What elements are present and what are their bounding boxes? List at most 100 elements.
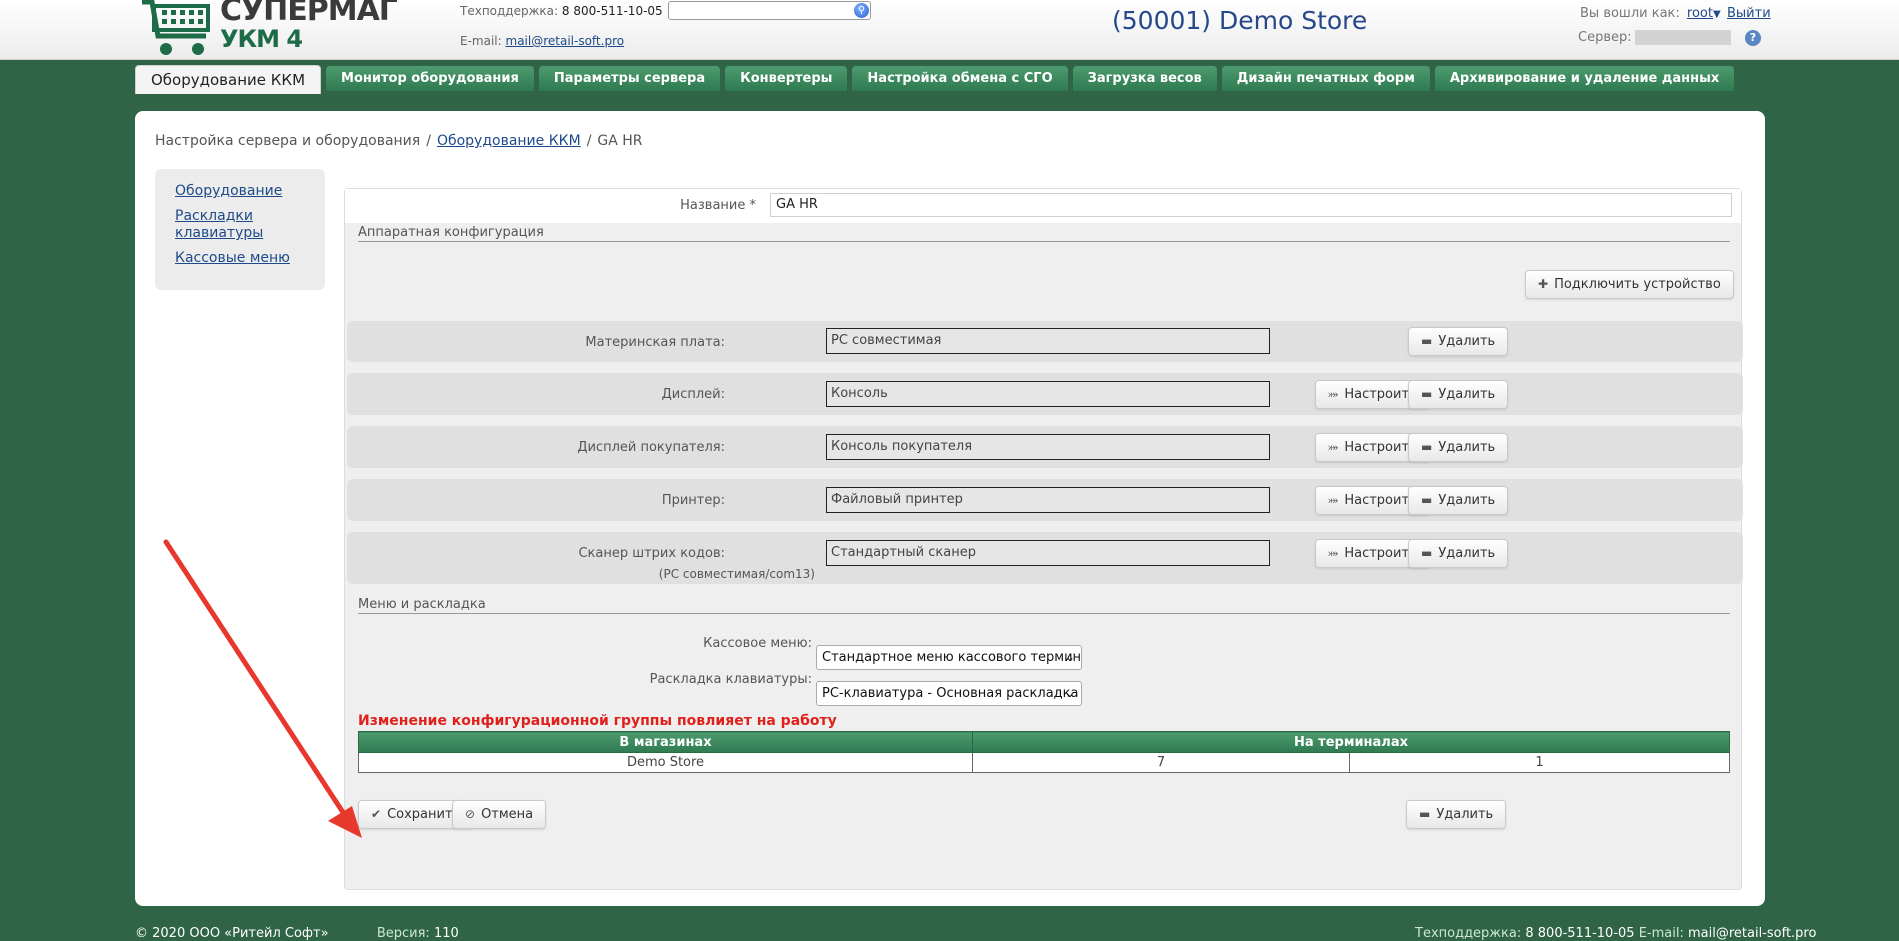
- device-label: Дисплей:: [661, 387, 725, 402]
- wrench-icon: ⤗: [1328, 387, 1339, 401]
- tab-server-params[interactable]: Параметры сервера: [538, 66, 721, 91]
- configure-label: Настроить: [1344, 440, 1417, 455]
- device-value[interactable]: Консоль покупателя: [826, 434, 1270, 460]
- delete-device-button[interactable]: ▬ Удалить: [1408, 433, 1509, 462]
- search-input[interactable]: ⚲: [668, 1, 871, 20]
- version-label: Версия:: [376, 926, 430, 941]
- device-row-motherboard: Материнская плата: PC совместимая ▬ Удали…: [347, 321, 1743, 362]
- copyright: © 2020 ООО «Ритейл Софт»: [135, 926, 329, 941]
- table-header-terminals: На терминалах: [972, 731, 1730, 753]
- delete-label: Удалить: [1438, 334, 1496, 349]
- save-label: Сохранить: [387, 807, 461, 822]
- logo[interactable]: СУПЕРМАГ УКМ 4: [138, 0, 398, 60]
- minus-icon: ▬: [1421, 440, 1433, 454]
- equipment-form: Название * GA HR Аппаратная конфигурация…: [344, 188, 1743, 890]
- sidebar: Оборудование Раскладки клавиатуры Кассов…: [155, 169, 325, 290]
- tab-scales-loading[interactable]: Загрузка весов: [1072, 66, 1217, 91]
- minus-icon: ▬: [1421, 546, 1433, 560]
- breadcrumb-separator: /: [586, 133, 592, 149]
- support-label: Техподдержка:: [460, 4, 559, 18]
- wrench-icon: ⤗: [1328, 546, 1339, 560]
- user-menu[interactable]: root: [1687, 6, 1713, 21]
- minus-icon: ▬: [1419, 807, 1431, 821]
- plus-icon: ✚: [1538, 277, 1549, 291]
- tab-sgo-exchange[interactable]: Настройка обмена с СГО: [852, 66, 1068, 91]
- search-icon[interactable]: ⚲: [854, 3, 869, 18]
- name-input[interactable]: GA HR: [770, 193, 1732, 217]
- device-sublabel: (PC совместимая/com13): [658, 567, 815, 581]
- delete-label: Удалить: [1438, 493, 1496, 508]
- store-title: (50001) Demo Store: [1112, 6, 1368, 35]
- configure-label: Настроить: [1344, 387, 1417, 402]
- delete-device-button[interactable]: ▬ Удалить: [1408, 486, 1509, 515]
- keyboard-layout-value: PC-клавиатура - Основная раскладка: [822, 686, 1079, 701]
- server-info: Сервер:: [1578, 30, 1731, 45]
- device-value[interactable]: Консоль: [826, 381, 1270, 407]
- table-header-stores: В магазинах: [358, 731, 973, 753]
- chevron-down-icon: ⌄: [1064, 686, 1075, 700]
- tab-equipment-monitor[interactable]: Монитор оборудования: [326, 66, 534, 91]
- connect-device-button[interactable]: ✚ Подключить устройство: [1525, 270, 1734, 299]
- delete-device-button[interactable]: ▬ Удалить: [1408, 539, 1509, 568]
- cancel-button[interactable]: ⊘ Отмена: [452, 800, 547, 829]
- device-value[interactable]: Стандартный сканер: [826, 540, 1270, 566]
- minus-icon: ▬: [1421, 493, 1433, 507]
- cash-menu-select[interactable]: Стандартное меню кассового терминала ⌄: [816, 645, 1082, 670]
- breadcrumb: Настройка сервера и оборудования / Оборудо…: [155, 133, 643, 149]
- breadcrumb-link[interactable]: Оборудование ККМ: [437, 133, 581, 149]
- server-label: Сервер:: [1578, 30, 1632, 45]
- sidebar-item-keyboard-layouts[interactable]: Раскладки клавиатуры: [175, 208, 265, 242]
- footer-right: Техподдержка: 8 800-511-10-05 E-mail: ma…: [1415, 926, 1816, 941]
- device-value[interactable]: PC совместимая: [826, 328, 1270, 354]
- caret-down-icon[interactable]: ▼: [1713, 9, 1721, 20]
- device-label: Дисплей покупателя:: [577, 440, 725, 455]
- hw-section-title: Аппаратная конфигурация: [358, 225, 1730, 242]
- delete-config-button[interactable]: ▬ Удалить: [1406, 800, 1507, 829]
- delete-device-button[interactable]: ▬ Удалить: [1408, 380, 1509, 409]
- affected-table: В магазинах На терминалах Demo Store 7 1: [358, 731, 1730, 773]
- footer-email[interactable]: mail@retail-soft.pro: [1688, 926, 1816, 941]
- device-row-printer: Принтер: Файловый принтер ⤗ Настроить ▬ Уд…: [347, 479, 1743, 521]
- device-label: Сканер штрих кодов:: [578, 546, 725, 561]
- delete-device-button[interactable]: ▬ Удалить: [1408, 327, 1509, 356]
- tab-converters[interactable]: Конвертеры: [725, 66, 848, 91]
- top-header: СУПЕРМАГ УКМ 4 Техподдержка: 8 800-511-1…: [0, 0, 1899, 60]
- logout-link[interactable]: Выйти: [1727, 6, 1771, 21]
- email-link[interactable]: mail@retail-soft.pro: [506, 34, 625, 48]
- footer-email-label: E-mail:: [1638, 926, 1684, 941]
- device-row-scanner: Сканер штрих кодов: (PC совместимая/com1…: [347, 532, 1743, 584]
- footer-left: © 2020 ООО «Ритейл Софт» Версия: 110: [135, 926, 459, 941]
- tab-kkm-equipment[interactable]: Оборудование ККМ: [135, 65, 322, 94]
- chevron-down-icon: ⌄: [1064, 650, 1075, 664]
- device-row-display: Дисплей: Консоль ⤗ Настроить ▬ Удалить: [347, 373, 1743, 415]
- configure-label: Настроить: [1344, 546, 1417, 561]
- breadcrumb-separator: /: [426, 133, 431, 149]
- sidebar-item-equipment[interactable]: Оборудование: [175, 183, 305, 200]
- keyboard-layout-label: Раскладка клавиатуры:: [649, 672, 812, 687]
- table-cell-terminals-1: 7: [972, 752, 1350, 773]
- keyboard-layout-select[interactable]: PC-клавиатура - Основная раскладка ⌄: [816, 681, 1082, 706]
- device-value[interactable]: Файловый принтер: [826, 487, 1270, 513]
- main-nav: Оборудование ККМ Монитор оборудования Па…: [135, 65, 1739, 94]
- version-value: 110: [433, 926, 459, 941]
- tab-print-forms[interactable]: Дизайн печатных форм: [1221, 66, 1430, 91]
- tab-archiving[interactable]: Архивирование и удаление данных: [1434, 66, 1735, 91]
- support-phone: 8 800-511-10-05: [561, 4, 663, 18]
- table-header-row: В магазинах На терминалах: [358, 731, 1730, 753]
- sidebar-item-cash-menus[interactable]: Кассовые меню: [175, 250, 305, 267]
- delete-label: Удалить: [1438, 387, 1496, 402]
- wrench-icon: ⤗: [1328, 493, 1339, 507]
- name-row: Название * GA HR: [345, 189, 1741, 223]
- device-label: Материнская плата:: [585, 335, 725, 350]
- logo-subtitle: УКМ 4: [220, 25, 303, 53]
- breadcrumb-root: Настройка сервера и оборудования: [155, 133, 421, 149]
- warning-text: Изменение конфигурационной группы повлия…: [358, 713, 837, 729]
- delete-label: Удалить: [1438, 440, 1496, 455]
- delete-label: Удалить: [1438, 546, 1496, 561]
- logo-title: СУПЕРМАГ: [220, 0, 398, 28]
- server-value-masked: [1634, 30, 1731, 45]
- help-icon[interactable]: ?: [1745, 30, 1761, 46]
- logged-in-info: Вы вошли как: root▼: [1580, 6, 1721, 21]
- device-label: Принтер:: [661, 493, 725, 508]
- delete-config-label: Удалить: [1436, 807, 1494, 822]
